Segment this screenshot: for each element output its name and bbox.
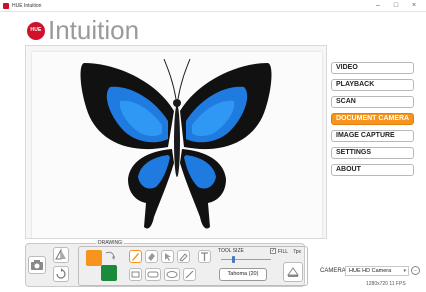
swap-arrow-icon [105, 251, 115, 260]
camera-icon [31, 260, 43, 270]
eraser-tool-button[interactable] [145, 250, 158, 263]
resolution-status: 1280x720 11 FPS [366, 281, 406, 287]
pen-tool-button[interactable] [129, 250, 142, 263]
menu-document-camera-button[interactable]: DOCUMENT CAMERA [331, 113, 414, 125]
maximize-button[interactable]: □ [389, 1, 403, 11]
hue-logo: HUE [27, 22, 45, 40]
line-tool-button[interactable] [183, 268, 196, 281]
butterfly-image [80, 58, 272, 229]
highlighter-icon [179, 253, 188, 262]
rectangle-icon [131, 271, 140, 278]
camera-more-button[interactable]: ... [411, 266, 420, 275]
drawing-label: DRAWING [96, 240, 124, 246]
chevron-down-icon: ▾ [403, 268, 406, 274]
fill-checkbox[interactable]: ✓ [270, 248, 276, 254]
rounded-rect-tool-button[interactable] [145, 268, 161, 281]
ellipse-icon [166, 271, 178, 278]
camera-preview[interactable] [25, 45, 327, 239]
primary-color-swatch[interactable] [86, 250, 102, 266]
rotate-icon [56, 268, 66, 279]
menu-about-button[interactable]: ABOUT [331, 164, 414, 176]
fill-label: FILL [278, 249, 289, 255]
window-titlebar: HUE Intuition – □ × [0, 0, 426, 12]
rotate-button[interactable] [53, 266, 69, 282]
pointer-tool-button[interactable] [161, 250, 174, 263]
tool-size-value: 7px [293, 249, 302, 255]
window-title: HUE Intuition [12, 3, 42, 9]
main-menu: VIDEO PLAYBACK SCAN DOCUMENT CAMERA IMAG… [331, 62, 414, 181]
menu-settings-button[interactable]: SETTINGS [331, 147, 414, 159]
highlighter-tool-button[interactable] [177, 250, 190, 263]
clear-drawing-button[interactable] [283, 262, 303, 282]
ellipse-tool-button[interactable] [164, 268, 180, 281]
rounded-rect-icon [147, 271, 159, 278]
pointer-icon [165, 253, 171, 261]
menu-scan-button[interactable]: SCAN [331, 96, 414, 108]
secondary-color-swatch[interactable] [101, 265, 117, 281]
minimize-button[interactable]: – [371, 1, 385, 11]
menu-video-button[interactable]: VIDEO [331, 62, 414, 74]
tool-size-slider[interactable] [221, 259, 271, 260]
menu-playback-button[interactable]: PLAYBACK [331, 79, 414, 91]
close-button[interactable]: × [407, 1, 421, 11]
clear-icon [287, 267, 299, 277]
font-select-button[interactable]: Tahoma (20) [219, 268, 267, 281]
text-tool-button[interactable] [198, 250, 211, 263]
flip-button[interactable] [53, 247, 69, 263]
pen-icon [132, 253, 139, 261]
swap-colors-button[interactable] [104, 250, 116, 262]
line-icon [185, 270, 194, 279]
camera-select[interactable]: HUE HD Camera ▾ [345, 266, 409, 276]
menu-image-capture-button[interactable]: IMAGE CAPTURE [331, 130, 414, 142]
app-logo-text: Intuition [48, 15, 140, 45]
tool-size-slider-thumb[interactable] [232, 256, 235, 263]
text-icon [201, 252, 208, 261]
rectangle-tool-button[interactable] [129, 268, 142, 281]
snapshot-camera-button[interactable] [28, 256, 46, 274]
tool-size-label: TOOL SIZE [218, 248, 244, 254]
eraser-icon [148, 253, 155, 261]
flip-icon [55, 248, 66, 260]
app-icon [3, 3, 9, 9]
camera-label: CAMERA: [320, 268, 348, 274]
